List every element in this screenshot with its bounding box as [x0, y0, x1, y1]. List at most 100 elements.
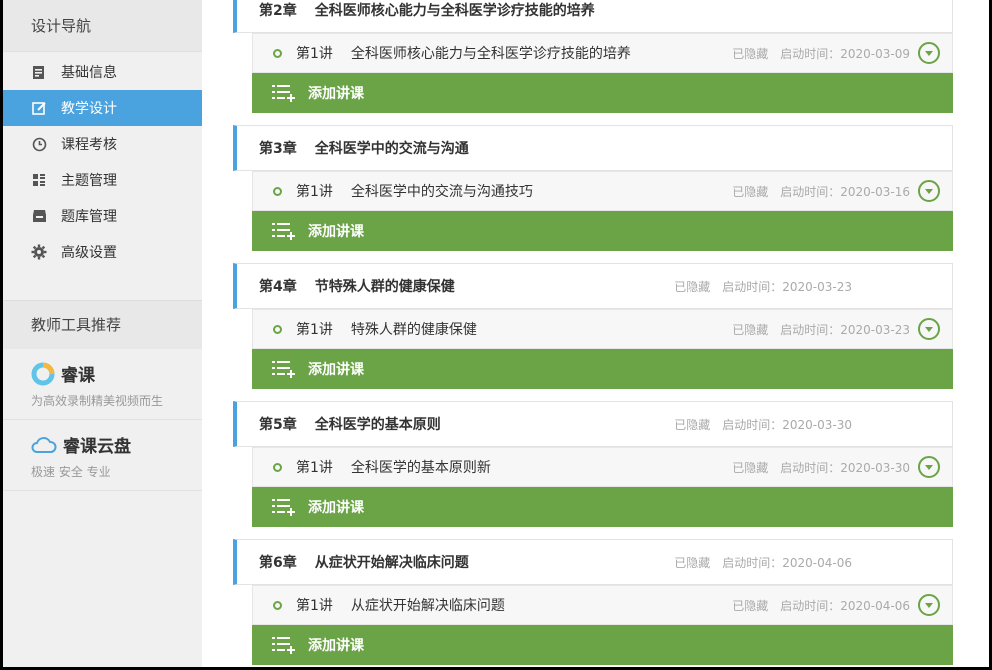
chapter-header[interactable]: 第6章 从症状开始解决临床问题 已隐藏 启动时间：2020-04-06 [233, 539, 953, 585]
chevron-down-icon[interactable] [918, 318, 940, 340]
lecture-number: 第1讲 [296, 184, 333, 200]
hidden-status: 已隐藏 [732, 46, 769, 61]
circle-icon [273, 462, 282, 472]
start-time: 启动时间：2020-03-16 [780, 184, 910, 199]
list-add-icon [272, 497, 296, 517]
chapter-title: 节特殊人群的健康保健 [314, 279, 455, 295]
tool-ruike[interactable]: 睿课 为高效录制精美视频而生 [3, 349, 202, 420]
chapter-title: 全科医学的基本原则 [314, 417, 441, 433]
chapter-card: 第6章 从症状开始解决临床问题 已隐藏 启动时间：2020-04-06 第1讲 从… [233, 539, 953, 665]
lecture-row[interactable]: 第1讲 全科医学中的交流与沟通技巧 已隐藏 启动时间：2020-03-16 [252, 171, 953, 211]
add-lecture-button[interactable]: 添加讲课 [252, 211, 953, 251]
start-time: 启动时间：2020-04-06 [780, 598, 910, 613]
chapter-card: 第3章 全科医学中的交流与沟通 第1讲 全科医学中的交流与沟通技巧 已隐藏 启动时… [233, 125, 953, 251]
chapter-number: 第5章 [259, 417, 297, 433]
add-lecture-label: 添加讲课 [308, 638, 364, 654]
gear-icon [31, 244, 47, 260]
tool-name: 睿课 [61, 366, 95, 386]
sidebar-item-topic-management[interactable]: 主题管理 [3, 162, 202, 198]
sidebar-item-label: 题库管理 [61, 209, 117, 225]
sidebar-item-course-assessment[interactable]: 课程考核 [3, 126, 202, 162]
add-lecture-label: 添加讲课 [308, 362, 364, 378]
hidden-status: 已隐藏 [674, 279, 711, 294]
chapter-title: 全科医学中的交流与沟通 [314, 141, 469, 157]
start-time: 启动时间：2020-03-23 [780, 322, 910, 337]
chapter-header[interactable]: 第5章 全科医学的基本原则 已隐藏 启动时间：2020-03-30 [233, 401, 953, 447]
chapter-meta: 已隐藏 启动时间：2020-04-06 [674, 554, 852, 571]
sidebar-item-label: 课程考核 [61, 137, 117, 153]
chapter-meta: 已隐藏 启动时间：2020-03-30 [674, 416, 852, 433]
sidebar-item-basic-info[interactable]: 基础信息 [3, 54, 202, 90]
tools-title: 教师工具推荐 [3, 301, 202, 349]
add-lecture-button[interactable]: 添加讲课 [252, 487, 953, 527]
tool-ruike-cloud[interactable]: 睿课云盘 极速 安全 专业 [3, 420, 202, 491]
start-time: 启动时间：2020-03-30 [722, 417, 852, 432]
lecture-row[interactable]: 第1讲 全科医师核心能力与全科医学诊疗技能的培养 已隐藏 启动时间：2020-03… [252, 33, 953, 73]
chapter-meta: 已隐藏 启动时间：2020-03-23 [674, 278, 852, 295]
chapter-header[interactable]: 第4章 节特殊人群的健康保健 已隐藏 启动时间：2020-03-23 [233, 263, 953, 309]
chapter-meta [840, 3, 852, 17]
lecture-number: 第1讲 [296, 598, 333, 614]
tool-desc: 为高效录制精美视频而生 [31, 394, 164, 408]
chevron-down-icon[interactable] [918, 594, 940, 616]
start-time: 启动时间：2020-03-30 [780, 460, 910, 475]
sidebar: 设计导航 基础信息 教学设计 课程考核 主题管理 题库管理 高级设置 教师工具推… [3, 0, 202, 667]
chapter-number: 第6章 [259, 555, 297, 571]
hidden-status: 已隐藏 [732, 322, 769, 337]
tool-desc: 极速 安全 专业 [31, 465, 111, 479]
lecture-number: 第1讲 [296, 322, 333, 338]
lecture-title: 全科医学的基本原则新 [350, 460, 491, 476]
list-add-icon [272, 635, 296, 655]
sidebar-title: 设计导航 [3, 0, 202, 52]
lecture-meta: 已隐藏 启动时间：2020-03-23 [732, 321, 910, 338]
start-time: 启动时间：2020-04-06 [722, 555, 852, 570]
sidebar-item-label: 高级设置 [61, 245, 117, 261]
lecture-meta: 已隐藏 启动时间：2020-03-16 [732, 183, 910, 200]
list-add-icon [272, 83, 296, 103]
add-lecture-button[interactable]: 添加讲课 [252, 349, 953, 389]
sidebar-item-question-bank[interactable]: 题库管理 [3, 198, 202, 234]
chapter-card: 第4章 节特殊人群的健康保健 已隐藏 启动时间：2020-03-23 第1讲 特殊… [233, 263, 953, 389]
lecture-row[interactable]: 第1讲 全科医学的基本原则新 已隐藏 启动时间：2020-03-30 [252, 447, 953, 487]
lecture-row[interactable]: 第1讲 特殊人群的健康保健 已隐藏 启动时间：2020-03-23 [252, 309, 953, 349]
circle-icon [273, 48, 282, 58]
lecture-title: 全科医学中的交流与沟通技巧 [350, 184, 533, 200]
chapter-header[interactable]: 第2章 全科医师核心能力与全科医学诊疗技能的培养 [233, 0, 953, 33]
chapter-number: 第2章 [259, 3, 297, 19]
document-icon [31, 64, 47, 80]
chevron-down-icon[interactable] [918, 456, 940, 478]
chapter-meta [840, 141, 852, 155]
list-add-icon [272, 359, 296, 379]
lecture-title: 特殊人群的健康保健 [350, 322, 477, 338]
chevron-down-icon[interactable] [918, 180, 940, 202]
clock-icon [31, 136, 47, 152]
hidden-status: 已隐藏 [732, 184, 769, 199]
circle-icon [273, 600, 282, 610]
hidden-status: 已隐藏 [732, 460, 769, 475]
edit-icon [31, 100, 47, 116]
tool-name: 睿课云盘 [63, 437, 131, 457]
add-lecture-button[interactable]: 添加讲课 [252, 73, 953, 113]
grid-icon [31, 172, 47, 188]
sidebar-item-teaching-design[interactable]: 教学设计 [3, 90, 202, 126]
lecture-title: 从症状开始解决临床问题 [350, 598, 505, 614]
chapter-number: 第3章 [259, 141, 297, 157]
chapter-header[interactable]: 第3章 全科医学中的交流与沟通 [233, 125, 953, 171]
add-lecture-label: 添加讲课 [308, 500, 364, 516]
cloud-icon [31, 436, 57, 454]
chevron-down-icon[interactable] [918, 42, 940, 64]
sidebar-item-label: 主题管理 [61, 173, 117, 189]
main-content: 第2章 全科医师核心能力与全科医学诊疗技能的培养 第1讲 全科医师核心能力与全科… [202, 0, 989, 667]
lecture-row[interactable]: 第1讲 从症状开始解决临床问题 已隐藏 启动时间：2020-04-06 [252, 585, 953, 625]
sidebar-item-advanced-settings[interactable]: 高级设置 [3, 234, 202, 270]
chapter-card: 第2章 全科医师核心能力与全科医学诊疗技能的培养 第1讲 全科医师核心能力与全科… [233, 0, 953, 113]
chapter-title: 全科医师核心能力与全科医学诊疗技能的培养 [314, 3, 595, 19]
add-lecture-button[interactable]: 添加讲课 [252, 625, 953, 665]
sidebar-item-label: 基础信息 [61, 65, 117, 81]
lecture-meta: 已隐藏 启动时间：2020-03-30 [732, 459, 910, 476]
chapter-title: 从症状开始解决临床问题 [314, 555, 469, 571]
chapter-number: 第4章 [259, 279, 297, 295]
list-add-icon [272, 221, 296, 241]
hidden-status: 已隐藏 [674, 417, 711, 432]
hidden-status: 已隐藏 [674, 555, 711, 570]
